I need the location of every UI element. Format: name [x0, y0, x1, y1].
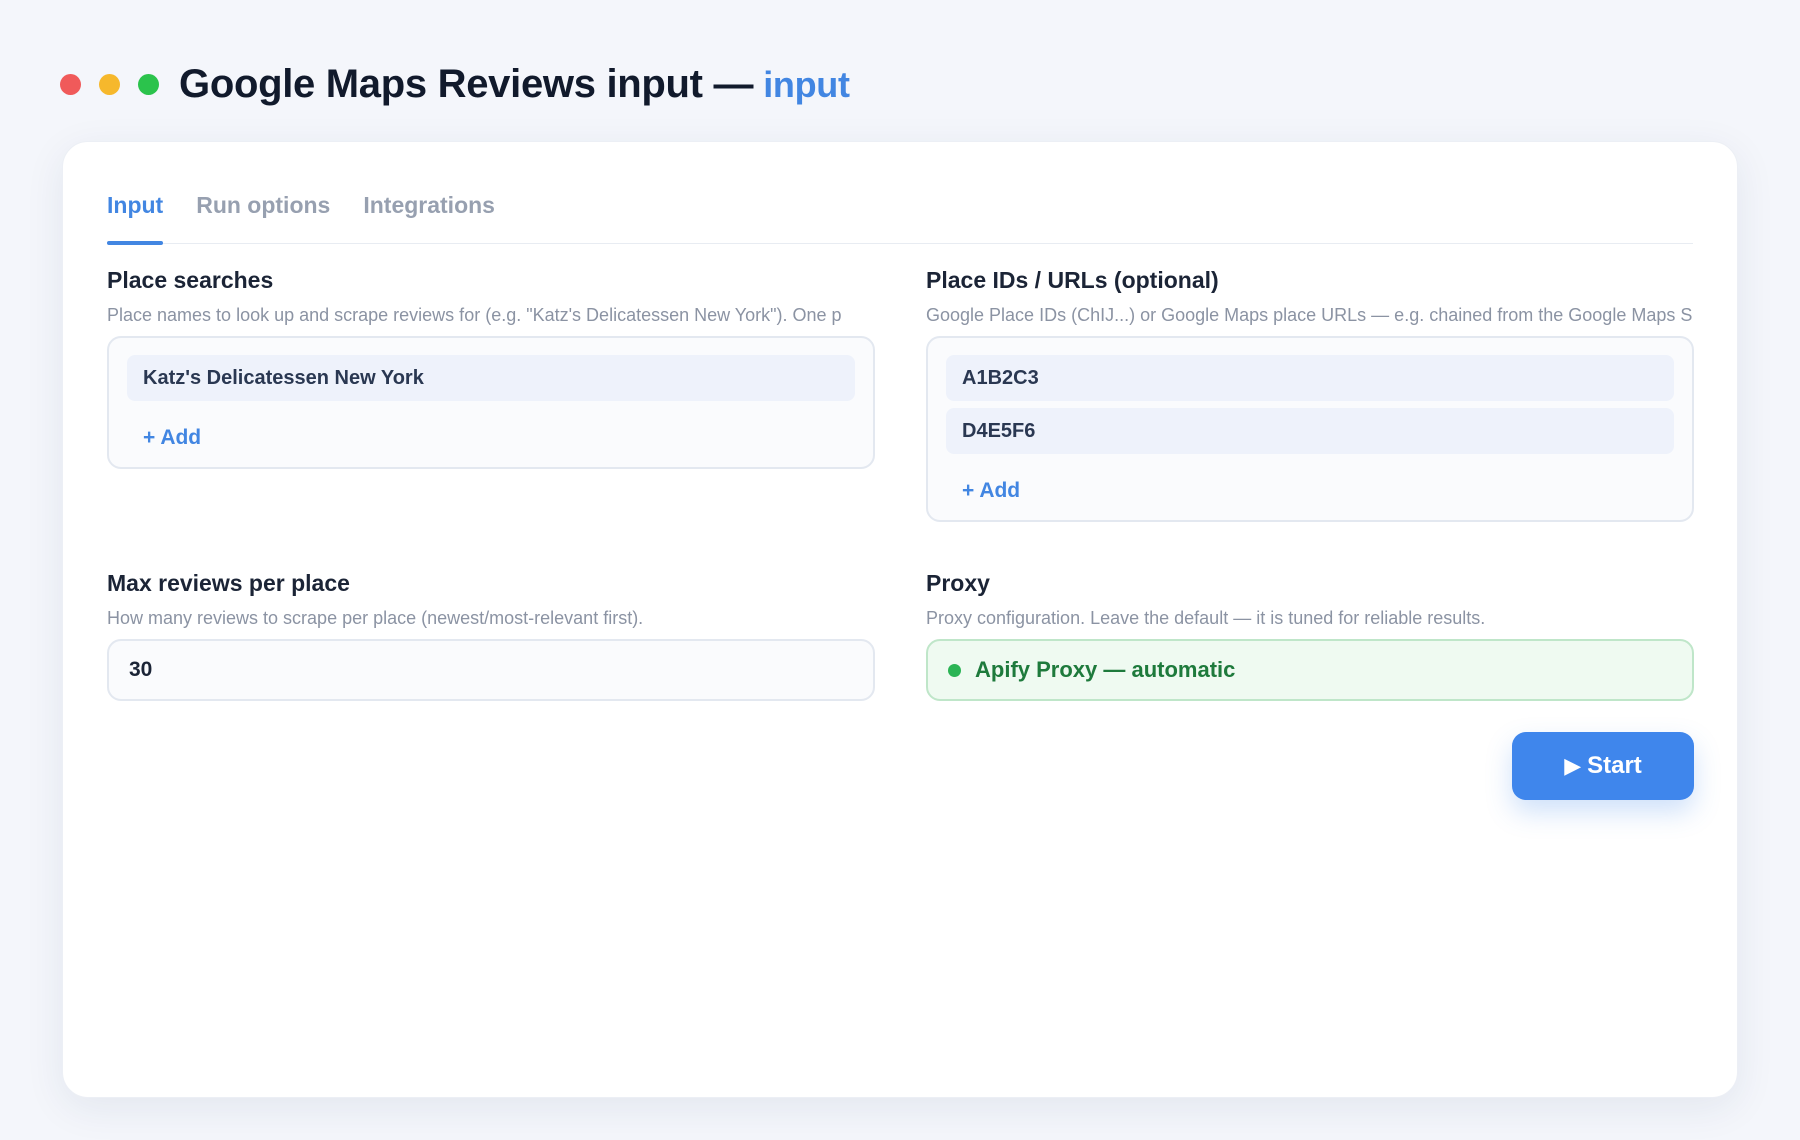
place-id-item[interactable]: D4E5F6 [946, 408, 1674, 454]
place-ids-field: Place IDs / URLs (optional) Google Place… [926, 267, 1694, 522]
page-title-accent: input [763, 63, 850, 105]
proxy-value: Apify Proxy — automatic [975, 657, 1236, 682]
proxy-selector[interactable]: Apify Proxy — automatic [926, 639, 1694, 701]
place-search-item[interactable]: Katz's Delicatessen New York [127, 355, 855, 401]
place-ids-label: Place IDs / URLs (optional) [926, 267, 1219, 293]
max-reviews-field: Max reviews per place How many reviews t… [107, 570, 875, 701]
page-title: Google Maps Reviews input — input [179, 62, 850, 107]
window-titlebar: Google Maps Reviews input — input [60, 58, 850, 110]
place-searches-list: Katz's Delicatessen New York + Add [107, 336, 875, 469]
tab-bar: Input Run options Integrations [107, 178, 1693, 245]
play-icon: ▶ [1564, 753, 1582, 778]
max-reviews-input[interactable]: 30 [107, 639, 875, 701]
tab-integrations[interactable]: Integrations [363, 178, 495, 244]
place-ids-list: A1B2C3 D4E5F6 + Add [926, 336, 1694, 522]
add-place-id-button[interactable]: + Add [946, 478, 1020, 504]
page-title-main: Google Maps Reviews input — [179, 61, 754, 106]
proxy-status-icon [948, 663, 961, 677]
proxy-label: Proxy [926, 570, 990, 596]
place-ids-help: Google Place IDs (ChIJ...) or Google Map… [926, 305, 1693, 325]
start-button-label: Start [1587, 752, 1642, 779]
proxy-help: Proxy configuration. Leave the default —… [926, 608, 1486, 628]
close-window-dot[interactable] [60, 73, 81, 95]
place-searches-label: Place searches [107, 267, 274, 293]
maximize-window-dot[interactable] [138, 73, 159, 95]
input-form-card: Input Run options Integrations Place sea… [62, 141, 1738, 1098]
tab-input[interactable]: Input [107, 178, 164, 245]
add-place-search-button[interactable]: + Add [127, 425, 201, 451]
place-searches-field: Place searches Place names to look up an… [107, 267, 875, 469]
max-reviews-label: Max reviews per place [107, 570, 350, 596]
proxy-field: Proxy Proxy configuration. Leave the def… [926, 570, 1694, 701]
place-searches-help: Place names to look up and scrape review… [107, 305, 842, 325]
max-reviews-help: How many reviews to scrape per place (ne… [107, 608, 644, 628]
tab-run-options[interactable]: Run options [196, 178, 330, 244]
place-id-item[interactable]: A1B2C3 [946, 355, 1674, 401]
minimize-window-dot[interactable] [99, 73, 120, 95]
start-button[interactable]: ▶ Start [1512, 732, 1694, 800]
